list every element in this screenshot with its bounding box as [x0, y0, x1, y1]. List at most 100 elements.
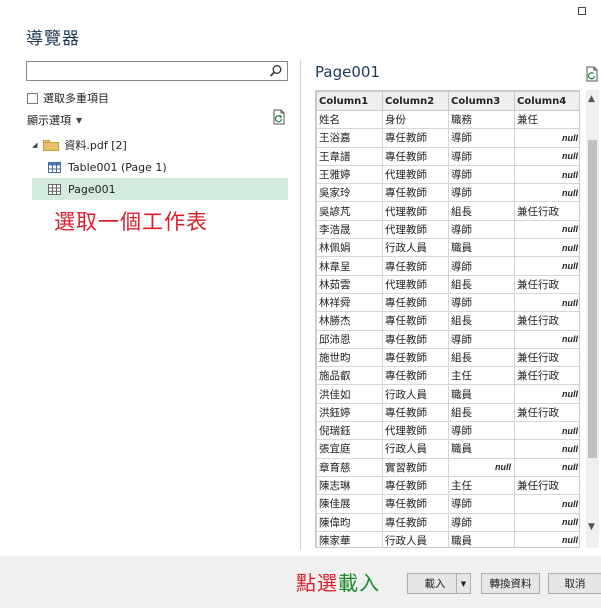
column-header[interactable]: Column4	[514, 91, 579, 111]
table-cell: 林茹雲	[316, 274, 383, 294]
caret-down-icon: ▼	[76, 115, 83, 125]
table-cell: 行政人員	[382, 530, 449, 547]
table-cell: 吳家玲	[316, 183, 383, 203]
table-cell: null	[514, 439, 579, 459]
table-cell: 章育慈	[316, 457, 383, 477]
table-row: 林茹雲 代理教師 組長 兼任行政	[316, 274, 579, 294]
table-cell: null	[514, 457, 579, 477]
table-cell: 兼任行政	[514, 366, 579, 386]
vertical-scrollbar[interactable]: ▲ ▼	[586, 90, 599, 548]
table-cell: null	[514, 530, 579, 547]
search-input[interactable]	[26, 61, 288, 81]
table-cell: 專任教師	[382, 402, 449, 423]
table-row: 王浴嘉 專任教師 導師 null	[316, 128, 579, 148]
table-row: 林祥舜 專任教師 導師 null	[316, 292, 579, 313]
tree-item-pdf-folder[interactable]: ◢ 資料.pdf [2]	[32, 134, 127, 156]
table-row: 王韋譜 專任教師 導師 null	[316, 146, 579, 166]
multi-select-label: 選取多重項目	[43, 92, 109, 105]
chevron-down-icon: ▼	[460, 579, 467, 588]
table-cell: 洪鈺婷	[316, 402, 383, 423]
table-cell: 專任教師	[382, 256, 449, 276]
dialog-title: 導覽器	[26, 29, 80, 49]
table-cell: null	[514, 219, 579, 240]
table-cell: 專任教師	[382, 146, 449, 166]
search-icon[interactable]	[269, 64, 283, 78]
table-row: 陳家華 行政人員 職員 null	[316, 530, 579, 547]
annotation-select-sheet: 選取一個工作表	[54, 210, 208, 234]
display-options-dropdown[interactable]: 顯示選項 ▼	[27, 112, 82, 128]
multi-select-option[interactable]: 選取多重項目	[27, 90, 109, 106]
table-row: 章育慈 實習教師 null null	[316, 457, 579, 477]
column-header[interactable]: Column3	[448, 91, 515, 111]
table-cell: 專任教師	[382, 311, 449, 331]
table-row: 陳偉昀 專任教師 導師 null	[316, 512, 579, 532]
annotation-load-text: 載入	[338, 571, 380, 595]
table-cell: 職員	[448, 439, 515, 459]
table-cell: 導師	[448, 256, 515, 276]
column-header[interactable]: Column1	[316, 91, 383, 111]
tree-item-table001[interactable]: Table001 (Page 1)	[48, 156, 167, 178]
scrollbar-thumb[interactable]	[588, 140, 597, 458]
tree-item-page001[interactable]: Page001	[32, 178, 288, 200]
cancel-button[interactable]: 取消	[548, 573, 601, 594]
table-cell: 兼任行政	[514, 347, 579, 368]
table-cell: 行政人員	[382, 238, 449, 258]
table-cell: 陳佳展	[316, 494, 383, 514]
column-header[interactable]: Column2	[382, 91, 449, 111]
table-cell: 導師	[448, 146, 515, 166]
annotation-click-text: 點選	[296, 571, 338, 595]
table-icon	[48, 161, 61, 173]
load-dropdown-button[interactable]: ▼	[456, 573, 471, 594]
annotation-click-load: 點選載入	[296, 567, 380, 596]
table-cell: 代理教師	[382, 201, 449, 221]
table-cell: 李浩晟	[316, 219, 383, 240]
refresh-icon[interactable]	[271, 109, 287, 125]
multi-select-checkbox[interactable]	[27, 92, 38, 104]
table-cell: 職員	[448, 530, 515, 547]
table-cell: null	[514, 329, 579, 349]
table-cell: 行政人員	[382, 439, 449, 459]
table-cell: 職員	[448, 238, 515, 258]
table-row: 施品叡 專任教師 主任 兼任行政	[316, 366, 579, 386]
table-cell: null	[514, 146, 579, 166]
table-cell: 兼任行政	[514, 201, 579, 221]
load-button[interactable]: 載入	[407, 573, 463, 594]
pane-divider[interactable]	[300, 60, 301, 550]
preview-table: Column1 Column2 Column3 Column4 姓名 身份 職務 兼任 王浴嘉…	[316, 91, 579, 547]
collapse-triangle-icon[interactable]: ◢	[32, 141, 37, 149]
table-cell: 林勝杰	[316, 311, 383, 331]
folder-icon	[43, 139, 60, 151]
transform-data-button[interactable]: 轉換資料	[481, 573, 540, 594]
table-row: 邱沛恩 專任教師 導師 null	[316, 329, 579, 349]
table-cell: 林韋呈	[316, 256, 383, 276]
table-cell: 專任教師	[382, 329, 449, 349]
table-cell: null	[514, 183, 579, 203]
table-cell: 兼任行政	[514, 475, 579, 496]
table-cell: 專任教師	[382, 475, 449, 496]
table-cell: 專任教師	[382, 128, 449, 148]
table-cell: 專任教師	[382, 292, 449, 313]
table-cell: 兼任行政	[514, 402, 579, 423]
table-cell: 專任教師	[382, 183, 449, 203]
table-cell: 行政人員	[382, 384, 449, 404]
table-cell: 導師	[448, 292, 515, 313]
scroll-down-icon[interactable]: ▼	[588, 522, 595, 532]
table-row: 姓名 身份 職務 兼任	[316, 109, 579, 130]
table-row: 陳佳展 專任教師 導師 null	[316, 494, 579, 514]
table-cell: null	[514, 384, 579, 404]
table-cell: 組長	[448, 201, 515, 221]
preview-title: Page001	[315, 63, 380, 81]
table-cell: 導師	[448, 164, 515, 185]
maximize-window-button[interactable]	[575, 4, 589, 18]
table-cell: null	[514, 512, 579, 532]
table-row: 吳諺芃 代理教師 組長 兼任行政	[316, 201, 579, 221]
table-cell: 林佩娟	[316, 238, 383, 258]
table-row: 倪瑞鈺 代理教師 導師 null	[316, 421, 579, 441]
table-cell: 職員	[448, 384, 515, 404]
preview-refresh-icon[interactable]	[584, 66, 600, 82]
table-cell: 姓名	[316, 109, 383, 130]
table-cell: null	[514, 421, 579, 441]
scroll-up-icon[interactable]: ▲	[588, 94, 595, 104]
table-cell: 陳偉昀	[316, 512, 383, 532]
table-cell: null	[514, 292, 579, 313]
